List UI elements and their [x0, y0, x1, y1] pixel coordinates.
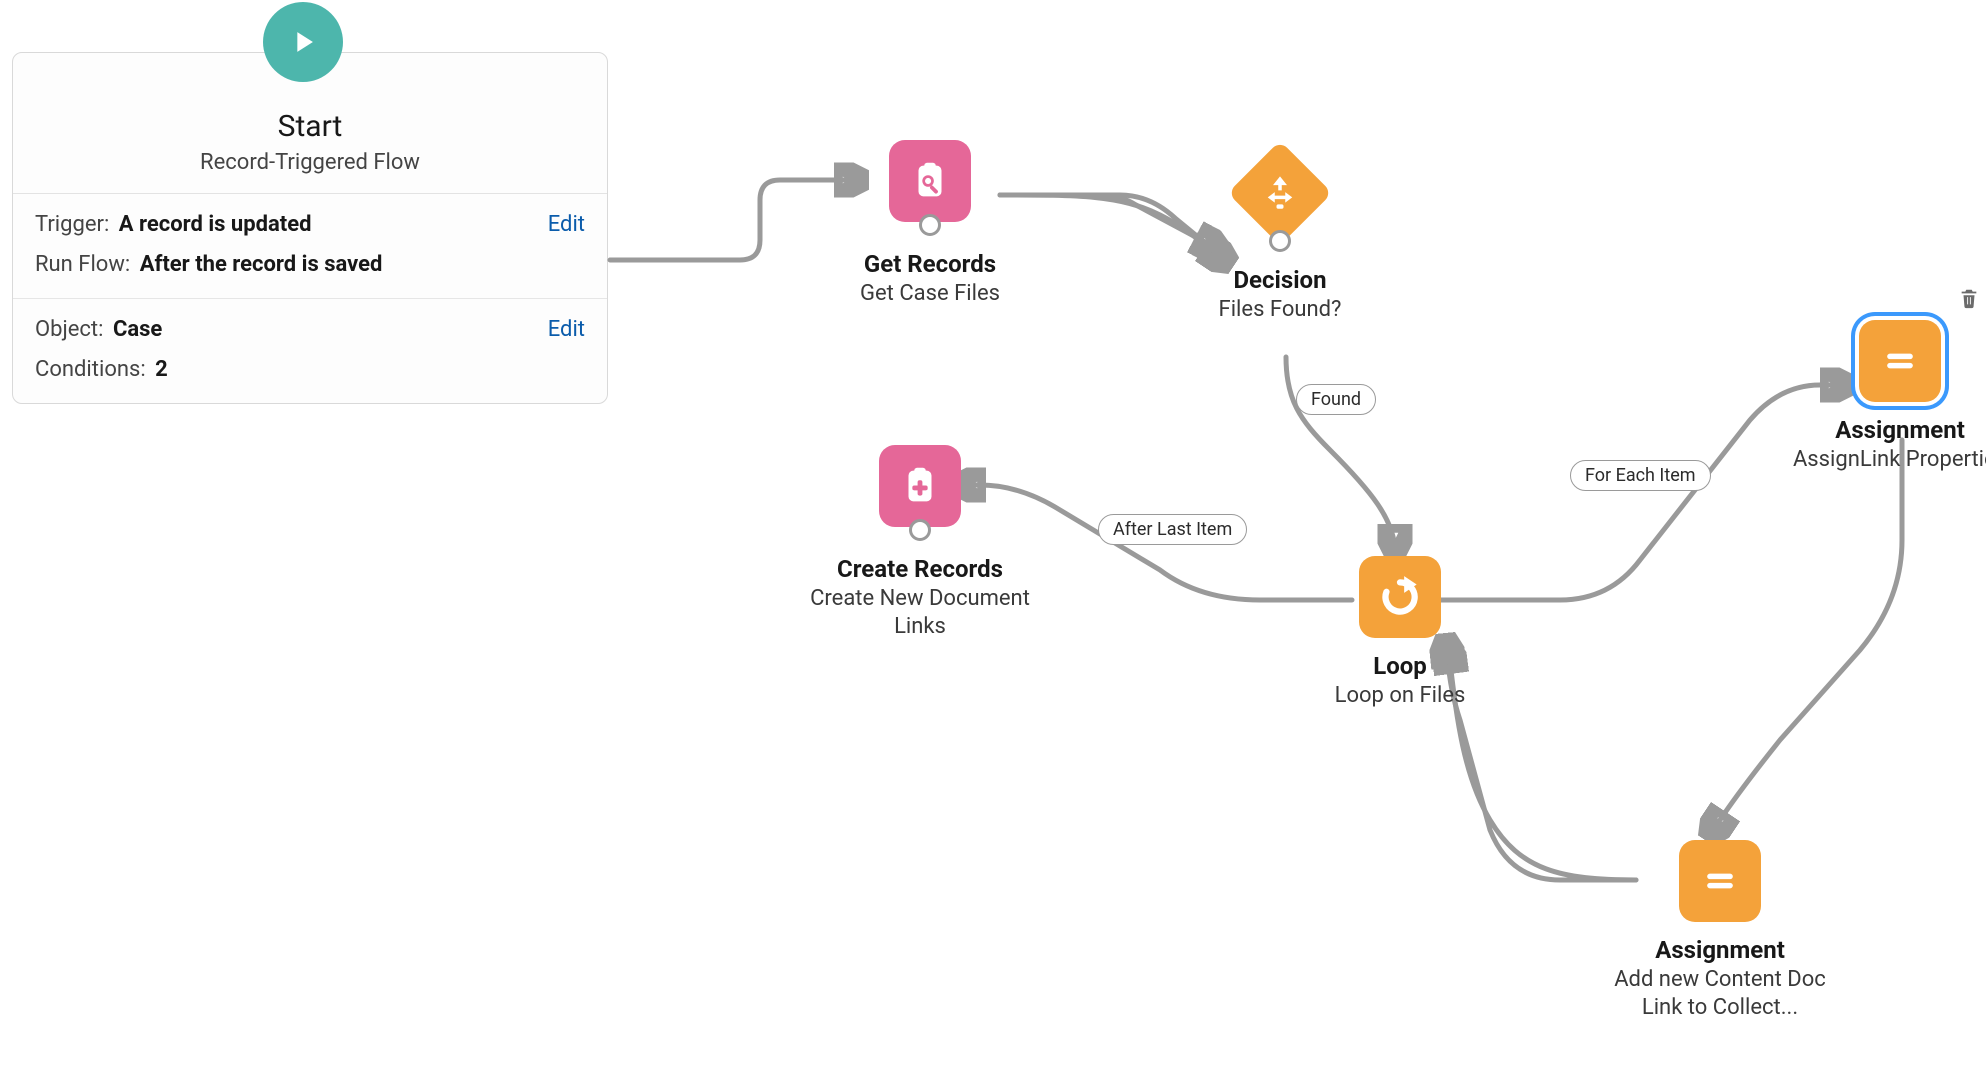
edge-label-for-each[interactable]: For Each Item: [1570, 460, 1711, 491]
assignment-icon: [1859, 320, 1941, 402]
create-records-node[interactable]: Create Records Create New Document Links: [790, 445, 1050, 640]
connector-port[interactable]: [1269, 230, 1291, 252]
assignment-top-title: Assignment: [1790, 416, 1986, 444]
loop-icon: [1359, 556, 1441, 638]
assignment-icon: [1679, 840, 1761, 922]
loop-subtitle: Loop on Files: [1280, 682, 1520, 710]
decision-node[interactable]: Decision Files Found?: [1160, 150, 1400, 324]
create-records-icon: [879, 445, 961, 527]
edge-label-found[interactable]: Found: [1296, 384, 1376, 415]
flow-canvas[interactable]: Start Record-Triggered Flow Trigger: A r…: [0, 0, 1986, 1076]
create-records-subtitle: Create New Document Links: [800, 585, 1040, 640]
trash-icon[interactable]: [1958, 287, 1980, 313]
decision-icon: [1237, 150, 1323, 236]
start-play-icon[interactable]: [263, 2, 343, 82]
assignment-top-subtitle: AssignLink Properties: [1790, 446, 1986, 474]
loop-node[interactable]: Loop Loop on Files: [1280, 556, 1520, 710]
loop-title: Loop: [1280, 652, 1520, 680]
get-records-title: Get Records: [810, 250, 1050, 278]
decision-title: Decision: [1160, 266, 1400, 294]
edge-label-after-last[interactable]: After Last Item: [1098, 514, 1247, 545]
create-records-title: Create Records: [790, 555, 1050, 583]
assignment-assignlink-node[interactable]: Assignment AssignLink Properties: [1790, 320, 1986, 474]
get-records-subtitle: Get Case Files: [810, 280, 1050, 308]
get-records-node[interactable]: Get Records Get Case Files: [810, 140, 1050, 308]
get-records-icon: [889, 140, 971, 222]
assignment-bottom-subtitle: Add new Content Doc Link to Collect...: [1600, 966, 1840, 1021]
connector-port[interactable]: [909, 519, 931, 541]
assignment-addcontent-node[interactable]: Assignment Add new Content Doc Link to C…: [1590, 840, 1850, 1021]
assignment-bottom-title: Assignment: [1590, 936, 1850, 964]
decision-subtitle: Files Found?: [1160, 296, 1400, 324]
connector-port[interactable]: [919, 214, 941, 236]
